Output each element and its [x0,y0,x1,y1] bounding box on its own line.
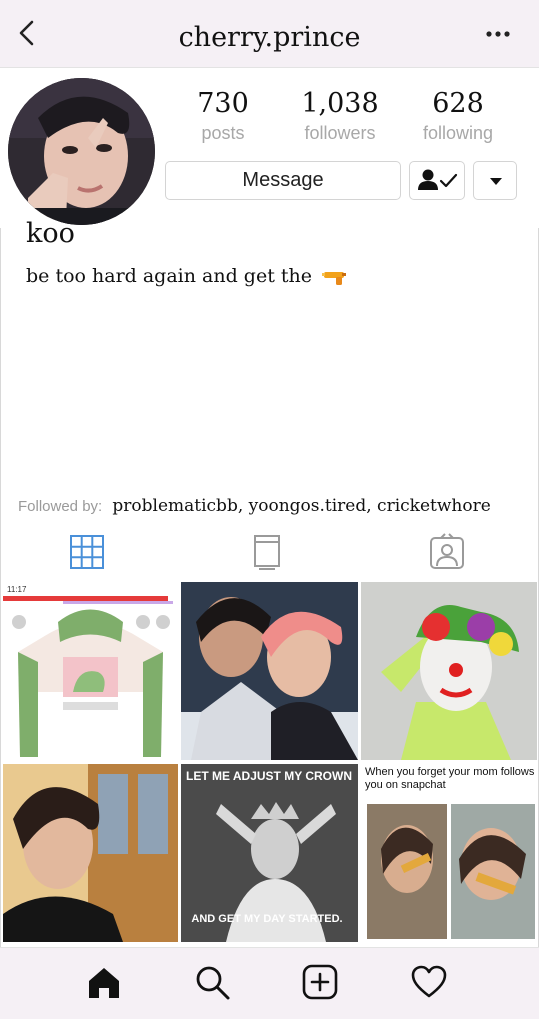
caret-down-icon [490,178,502,185]
add-post-icon[interactable] [300,962,340,1002]
followed-by-label: Followed by: [18,498,103,515]
activity-heart-icon[interactable] [409,962,449,1002]
avatar[interactable] [8,78,155,225]
profile-username: cherry.prince [178,22,361,53]
post-tile-crown-meme[interactable]: LET ME ADJUST MY CROWN AND GET MY DAY ST… [181,764,358,942]
igtv-icon[interactable] [247,532,287,572]
followed-by-names: problematicbb, yoongos.tired, cricketwho… [112,496,491,516]
grid-icon[interactable] [67,532,107,572]
suggested-dropdown-button[interactable] [473,161,517,200]
following-label: following [422,123,494,143]
profile-summary: 730 posts 1,038 followers 628 following … [0,68,539,228]
avatar-photo [8,78,155,225]
bottom-nav [0,947,539,1019]
post-tile-portrait[interactable] [3,764,178,942]
post-tile-clown[interactable] [361,582,537,760]
posts-stat[interactable]: 730 posts [163,88,283,144]
post-tile-duo-photo[interactable] [181,582,358,760]
followers-stat[interactable]: 1,038 followers [280,88,400,144]
meme-top-caption: LET ME ADJUST MY CROWN [186,769,352,783]
display-name: koo [26,218,75,249]
following-count: 628 [432,88,484,119]
post-tile-hoodie[interactable]: 11:17 [3,582,178,760]
posts-label: posts [201,123,245,143]
water-pistol-icon [322,272,347,285]
following-button[interactable] [409,161,465,200]
post-tile-snapchat-meme[interactable]: When you forget your mom follows you on … [361,764,537,942]
followers-count: 1,038 [301,88,379,119]
home-icon[interactable] [84,962,124,1002]
more-horizontal-icon[interactable] [485,24,511,44]
followed-by[interactable]: Followed by: problematicbb, yoongos.tire… [18,496,491,516]
posts-grid: 11:17 LET ME ADJUST MY CROWN AND GET MY … [0,580,539,944]
search-icon[interactable] [192,962,232,1002]
message-button[interactable]: Message [165,161,401,200]
meme-caption: When you forget your mom follows you on … [365,766,535,791]
bio-text: be too hard again and get the [26,265,348,287]
user-check-icon [418,169,458,190]
followers-label: followers [304,123,376,143]
following-stat[interactable]: 628 following [398,88,518,144]
status-time: 11:17 [7,585,27,594]
tagged-icon[interactable] [427,532,467,572]
bio-line: be too hard again and get the [26,265,312,287]
meme-bottom-caption: AND GET MY DAY STARTED. [191,913,342,925]
profile-header: cherry.prince [0,0,539,68]
posts-count: 730 [197,88,249,119]
profile-tabs [0,524,539,578]
